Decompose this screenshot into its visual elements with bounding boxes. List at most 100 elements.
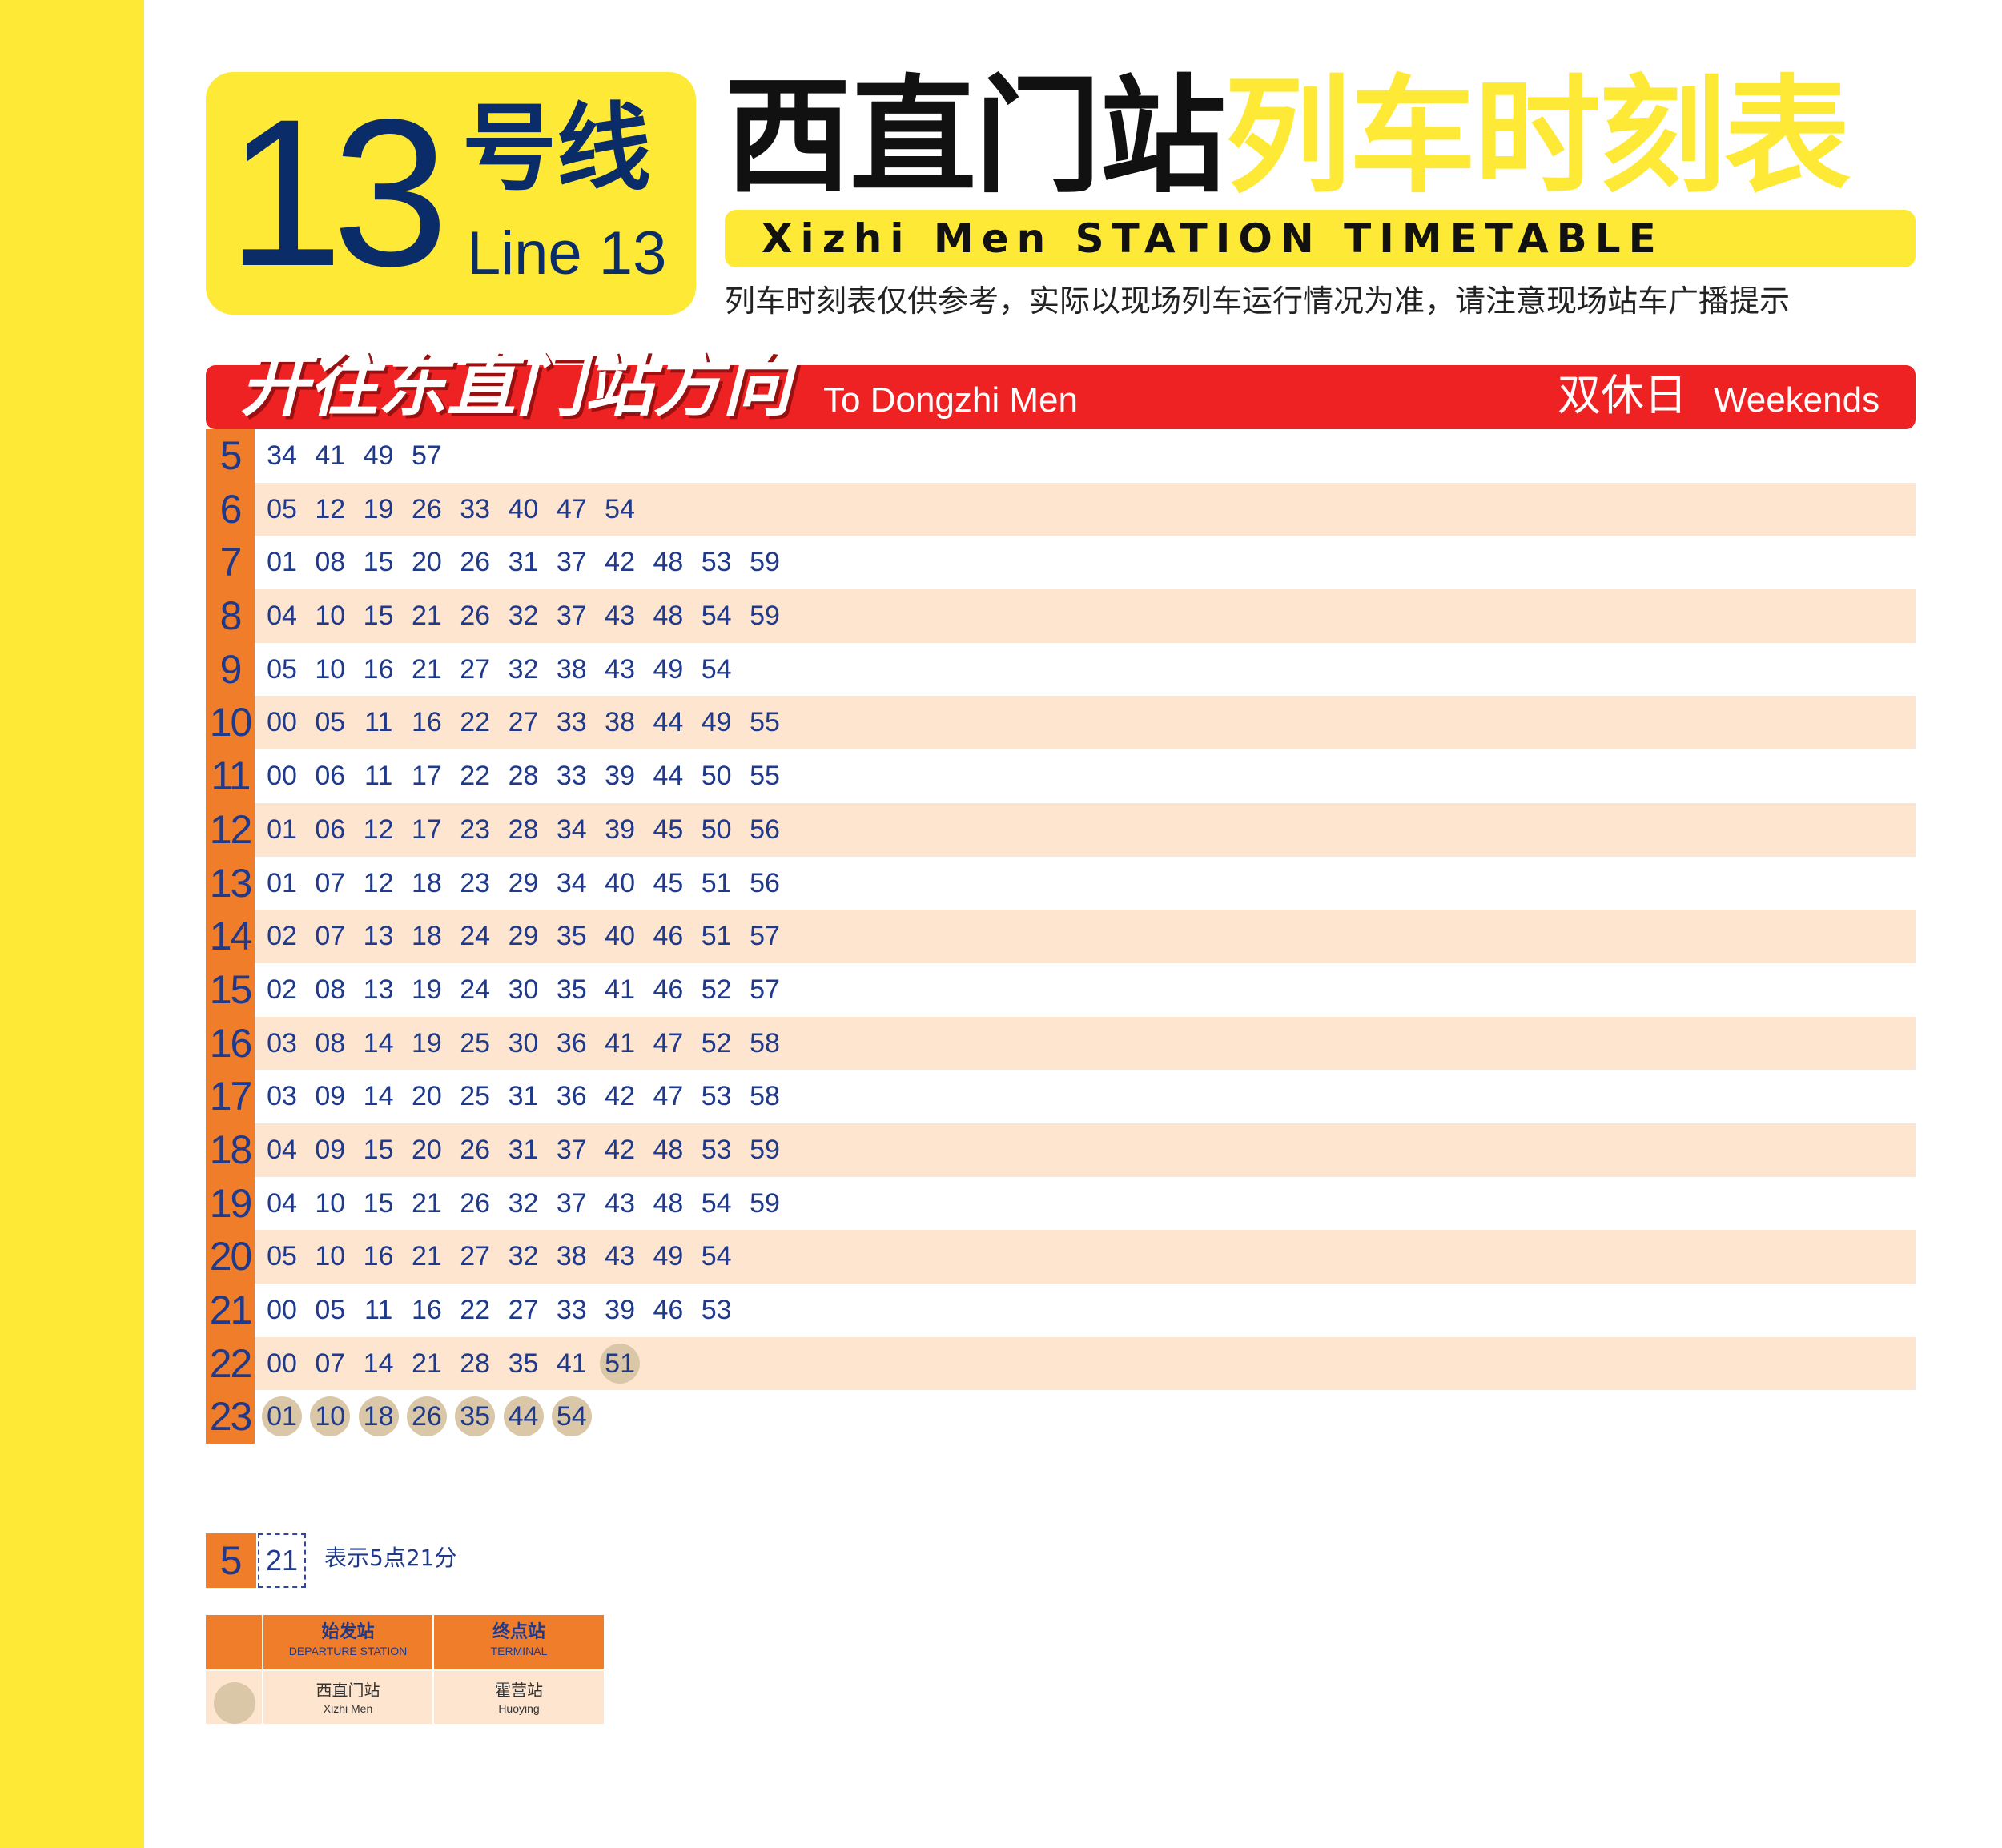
minute-entry: 45	[653, 867, 684, 898]
minute-entry: 00	[267, 1295, 297, 1325]
hour-cell: 13	[206, 856, 255, 910]
minute-entry: 05	[267, 1241, 297, 1272]
minute-entry: 52	[701, 1027, 732, 1059]
minute-entry: 58	[750, 1081, 780, 1112]
minute-entry: 07	[315, 867, 346, 898]
terminal-header-cn: 终点站	[492, 1622, 545, 1642]
minute-entry: 54	[605, 493, 635, 524]
minute-entry: 45	[653, 814, 684, 845]
minute-entry: 24	[460, 921, 491, 952]
minute-entry: 32	[508, 601, 539, 632]
minute-entry: 40	[508, 493, 539, 524]
minute-entry: 08	[315, 974, 346, 1005]
timetable-row: 12 01 06 12 17 23 28 34 39 45 50 56	[206, 802, 1916, 857]
minute-entry: 35	[508, 1348, 539, 1379]
minute-entry: 32	[508, 653, 539, 685]
minute-entry: 56	[750, 814, 780, 845]
minute-entry: 27	[508, 707, 539, 738]
minute-entry: 42	[605, 1081, 635, 1112]
hour-cell: 12	[206, 802, 255, 857]
hour-cell: 6	[206, 482, 255, 536]
hour-cell: 17	[206, 1070, 255, 1123]
hour-cell: 21	[206, 1284, 255, 1337]
minute-entry: 05	[315, 1295, 346, 1325]
minute-entry: 02	[267, 974, 297, 1005]
minute-entry: 59	[750, 1134, 780, 1165]
minute-entry: 11	[364, 707, 393, 738]
minute-entry: 42	[605, 547, 635, 578]
minute-entry: 04	[267, 1187, 297, 1219]
minute-entry: 53	[701, 1134, 732, 1165]
minute-entry: 31	[508, 1081, 539, 1112]
minute-entry: 33	[460, 493, 491, 524]
minute-entry-terminal: 54	[551, 1396, 592, 1437]
minute-entry: 40	[605, 867, 635, 898]
minute-entry: 26	[460, 1187, 491, 1219]
hour-cell: 18	[206, 1123, 255, 1177]
minute-entry-terminal: 51	[600, 1343, 641, 1384]
minute-entry: 21	[411, 1348, 442, 1379]
minute-entry: 50	[701, 761, 732, 792]
minute-entry: 36	[556, 1081, 587, 1112]
timetable-row: 13 01 07 12 18 23 29 34 40 45 51 56	[206, 856, 1916, 910]
minute-entry: 26	[460, 1134, 491, 1165]
minute-entry: 44	[653, 707, 684, 738]
minute-entry: 59	[750, 601, 780, 632]
english-title: Xizhi Men STATION TIMETABLE	[762, 215, 1664, 262]
minute-entry: 26	[460, 547, 491, 578]
timetable-row: 18 04 09 15 20 26 31 37 42 48 53 59	[206, 1123, 1916, 1177]
line-label-en: Line 13	[467, 219, 667, 287]
minute-entry: 53	[701, 547, 732, 578]
minute-entry: 32	[508, 1241, 539, 1272]
minute-entry: 00	[267, 1348, 297, 1379]
minute-entry: 38	[605, 707, 635, 738]
minute-entry: 23	[460, 814, 491, 845]
minute-entry: 59	[750, 547, 780, 578]
minute-entry: 46	[653, 974, 684, 1005]
timetable-row: 7 01 08 15 20 26 31 37 42 48 53 59	[206, 536, 1916, 590]
minute-entry: 27	[460, 653, 491, 685]
minute-entry: 54	[701, 653, 732, 685]
minute-entry: 21	[411, 653, 442, 685]
minute-entry: 43	[605, 1241, 635, 1272]
hour-cell: 8	[206, 589, 255, 643]
timetable-row: 8 04 10 15 21 26 32 37 43 48 54 59	[206, 589, 1916, 643]
timetable-row: 22 00 07 14 21 28 35 41 51	[206, 1336, 1916, 1391]
minute-entry: 46	[653, 921, 684, 952]
minute-entry: 37	[556, 1187, 587, 1219]
terminal-cell: 霍营站 Huoying	[434, 1671, 604, 1724]
hour-cell: 11	[206, 749, 255, 803]
minute-entry: 01	[267, 814, 297, 845]
minute-entry: 33	[556, 761, 587, 792]
minute-entry: 34	[556, 867, 587, 898]
legend-hour: 5	[206, 1533, 256, 1588]
minute-entry: 53	[701, 1081, 732, 1112]
minute-entry: 49	[363, 440, 394, 471]
terminal-header: 终点站 TERMINAL	[434, 1615, 604, 1669]
hour-cell: 5	[206, 429, 255, 483]
minute-entry: 08	[315, 547, 346, 578]
minute-entry-terminal: 44	[503, 1396, 544, 1437]
timetable: 5 34 41 49 57 6 05 12 19 26 33 40 47 54 7 01 08 15 20 26 31 3…	[206, 429, 1916, 1444]
minute-entry: 16	[363, 1241, 394, 1272]
departure-cell: 西直门站 Xizhi Men	[263, 1671, 432, 1724]
timetable-row: 14 02 07 13 18 24 29 35 40 46 51 57	[206, 910, 1916, 963]
timetable-row: 11 00 06 11 17 22 28 33 39 44 50 55	[206, 749, 1916, 803]
departure-header: 始发站 DEPARTURE STATION	[263, 1615, 432, 1669]
minute-entry: 25	[460, 1027, 491, 1059]
minute-entry: 12	[315, 493, 346, 524]
timetable-row: 21 00 05 11 16 22 27 33 39 46 53	[206, 1284, 1916, 1337]
circle-marker-cell	[206, 1671, 262, 1724]
minute-entry-terminal: 35	[455, 1396, 496, 1437]
minute-entry: 32	[508, 1187, 539, 1219]
station-table-corner	[206, 1615, 262, 1669]
minute-entry: 34	[267, 440, 297, 471]
minute-entry: 17	[411, 814, 442, 845]
minute-entry: 57	[750, 921, 780, 952]
line-badge: 13 号线 Line 13	[206, 72, 696, 315]
minute-entry: 10	[315, 1187, 346, 1219]
minute-entry: 09	[315, 1081, 346, 1112]
minute-entry: 27	[460, 1241, 491, 1272]
minute-entry-terminal: 26	[406, 1396, 447, 1437]
terminal-header-en: TERMINAL	[490, 1645, 548, 1657]
